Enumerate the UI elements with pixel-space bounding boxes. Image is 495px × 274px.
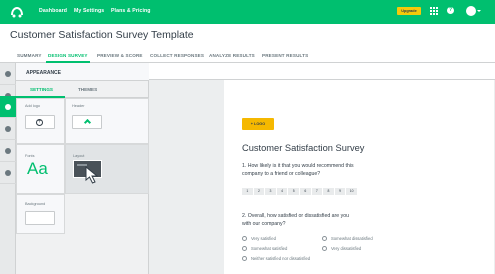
rail-item-print[interactable] xyxy=(0,162,16,184)
tab-summary[interactable]: SUMMARY xyxy=(17,53,42,58)
layout-setting-label: Layout xyxy=(73,154,85,158)
answer-option[interactable]: Very dissatisfied xyxy=(322,246,361,251)
scale-option[interactable]: 7 xyxy=(311,188,324,195)
answer-option-label: Somewhat satisfied xyxy=(251,246,288,251)
scale-option[interactable]: 6 xyxy=(299,188,312,195)
builder-icon xyxy=(5,71,11,77)
question-2-line-1[interactable]: 2. Overall, how satisfied or dissatisfie… xyxy=(242,212,349,220)
radio-button[interactable] xyxy=(322,246,327,251)
tab-preview-score[interactable]: PREVIEW & SCORE xyxy=(97,53,143,58)
scale-option[interactable]: 3 xyxy=(265,188,277,195)
radio-button[interactable] xyxy=(242,256,247,261)
logic-icon xyxy=(5,126,11,132)
header-setting-label: Header xyxy=(72,104,85,108)
print-icon xyxy=(5,170,11,176)
logo-setting-label: Add logo xyxy=(25,104,40,108)
options-icon xyxy=(5,148,11,154)
apps-grid-icon[interactable] xyxy=(430,7,438,15)
rail-item-builder[interactable] xyxy=(0,63,16,85)
answer-option[interactable]: Somewhat satisfied xyxy=(242,246,287,251)
question-1-line-2[interactable]: company to a friend or colleague? xyxy=(242,170,320,178)
user-avatar[interactable] xyxy=(466,6,481,16)
tab-analyze-results[interactable]: ANALYZE RESULTS xyxy=(209,53,255,58)
subtab-themes[interactable]: THEMES xyxy=(78,87,97,92)
question-2-line-2[interactable]: with our company? xyxy=(242,220,286,228)
rail-item-logic[interactable] xyxy=(0,118,16,140)
survey-title[interactable]: Customer Satisfaction Survey xyxy=(242,143,364,153)
scale-option[interactable]: 1 xyxy=(242,188,254,195)
upgrade-button[interactable]: Upgrade xyxy=(397,7,421,15)
rail-item-options[interactable] xyxy=(0,140,16,162)
page-title: Customer Satisfaction Survey Template xyxy=(10,29,194,41)
nav-dashboard[interactable]: Dashboard xyxy=(39,8,67,14)
radio-button[interactable] xyxy=(242,236,247,241)
help-icon[interactable]: ? xyxy=(447,7,454,14)
nps-scale: 1 2 3 4 5 6 7 8 9 10 xyxy=(242,188,358,195)
mouse-pointer-icon xyxy=(85,166,99,184)
question-1-line-1[interactable]: 1. How likely is it that you would recom… xyxy=(242,162,354,170)
scale-option[interactable]: 10 xyxy=(346,188,358,195)
canvas-toolbar xyxy=(149,63,495,80)
radio-button[interactable] xyxy=(242,246,247,251)
scale-option[interactable]: 9 xyxy=(334,188,347,195)
font-setting-label: Fonts xyxy=(25,154,35,158)
answer-option-label: Somewhat dissatisfied xyxy=(331,236,373,241)
tab-collect-responses[interactable]: COLLECT RESPONSES xyxy=(150,53,204,58)
side-rail xyxy=(0,63,16,274)
scale-option[interactable]: 8 xyxy=(323,188,335,195)
rail-item-appearance[interactable] xyxy=(0,96,16,118)
panel-title: APPEARANCE xyxy=(26,70,62,76)
add-logo-button[interactable]: + LOGO xyxy=(242,118,274,130)
tab-present-results[interactable]: PRESENT RESULTS xyxy=(262,53,308,58)
answer-option[interactable]: Very satisfied xyxy=(242,236,276,241)
answer-option[interactable]: Somewhat dissatisfied xyxy=(322,236,373,241)
answer-option-label: Neither satisfied nor dissatisfied xyxy=(251,256,311,261)
scale-option[interactable]: 5 xyxy=(288,188,300,195)
font-sample: Aa xyxy=(27,159,48,178)
background-setting-label: Background xyxy=(25,202,46,206)
subtab-settings[interactable]: SETTINGS xyxy=(30,87,53,92)
add-logo-icon[interactable]: + xyxy=(36,119,43,126)
scale-option[interactable]: 4 xyxy=(276,188,289,195)
radio-button[interactable] xyxy=(322,236,327,241)
nav-plans-pricing[interactable]: Plans & Pricing xyxy=(111,8,151,14)
nav-my-settings[interactable]: My Settings xyxy=(74,8,104,14)
scale-option[interactable]: 2 xyxy=(253,188,266,195)
appearance-icon xyxy=(5,104,11,110)
brand-logo-icon[interactable] xyxy=(10,5,24,19)
tab-design-survey[interactable]: DESIGN SURVEY xyxy=(48,53,88,58)
background-setting-swatch[interactable] xyxy=(25,211,55,225)
answer-option-label: Very dissatisfied xyxy=(331,246,362,251)
answer-option[interactable]: Neither satisfied nor dissatisfied xyxy=(242,256,310,261)
answer-option-label: Very satisfied xyxy=(251,236,276,241)
